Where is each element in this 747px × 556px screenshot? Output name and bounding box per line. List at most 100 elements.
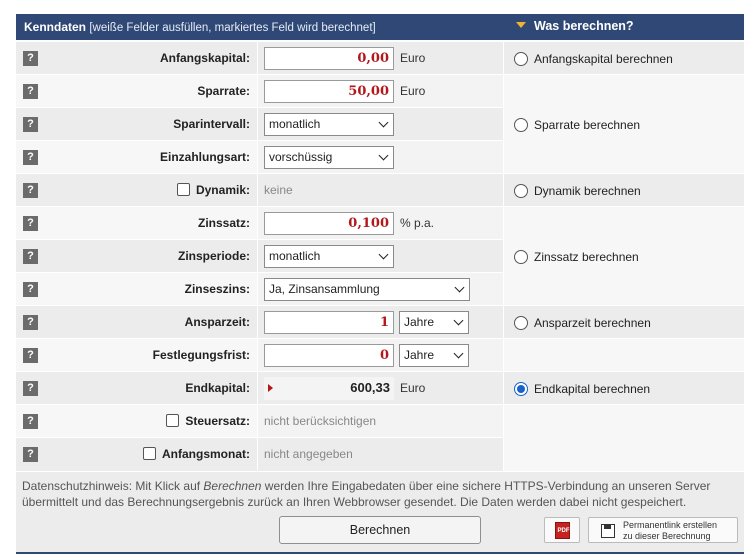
row-dynamik: ? Dynamik: keine Dynamik berechnen bbox=[16, 174, 744, 207]
permalink-line2: zu dieser Berechnung bbox=[623, 531, 711, 541]
label-dynamik: Dynamik: bbox=[42, 174, 256, 206]
anfangsmonat-label-text: Anfangsmonat: bbox=[162, 447, 250, 461]
chevron-down-icon bbox=[378, 117, 389, 128]
header-title: Kenndaten bbox=[24, 20, 87, 34]
einzahlungsart-value: vorschüssig bbox=[269, 150, 333, 164]
label-steuersatz: Steuersatz: bbox=[42, 405, 256, 437]
help-button[interactable]: ? bbox=[23, 282, 38, 297]
zinseszins-value: Ja, Zinsansammlung bbox=[269, 282, 380, 296]
sparintervall-value: monatlich bbox=[269, 117, 321, 131]
pdf-icon-label: PDF bbox=[557, 528, 570, 534]
row-separator bbox=[16, 173, 744, 174]
chevron-down-icon bbox=[453, 315, 464, 326]
row-festlegungsfrist: ? Festlegungsfrist: 0 Jahre bbox=[16, 339, 744, 372]
dynamik-label-text: Dynamik: bbox=[195, 183, 250, 197]
festlegungsfrist-unit-select[interactable]: Jahre bbox=[399, 344, 469, 367]
header-subtitle: [weiße Felder ausfüllen, markiertes Feld… bbox=[89, 22, 376, 34]
steuersatz-label-text: Steuersatz: bbox=[185, 414, 250, 428]
option-sparrate[interactable]: Sparrate berechnen bbox=[514, 118, 640, 132]
sparintervall-select[interactable]: monatlich bbox=[264, 113, 394, 136]
festlegungsfrist-unit-value: Jahre bbox=[404, 348, 435, 362]
row-separator bbox=[16, 437, 504, 438]
chevron-down-icon bbox=[378, 249, 389, 260]
chevron-down-icon bbox=[378, 150, 389, 161]
anfangsmonat-value: nicht angegeben bbox=[264, 447, 353, 461]
what-to-calculate-title: Was berechnen? bbox=[516, 19, 634, 33]
row-separator bbox=[16, 371, 744, 372]
sparrate-input[interactable]: 50,00 bbox=[264, 80, 394, 103]
radio-ansparzeit[interactable] bbox=[514, 316, 528, 330]
permalink-button[interactable]: Permanentlink erstellen zu dieser Berech… bbox=[588, 517, 738, 543]
privacy-note-emphasis: Berechnen bbox=[203, 479, 262, 493]
help-button[interactable]: ? bbox=[23, 183, 38, 198]
festlegungsfrist-input[interactable]: 0 bbox=[264, 344, 394, 367]
zinssatz-input[interactable]: 0,100 bbox=[264, 212, 394, 235]
zinsperiode-select[interactable]: monatlich bbox=[264, 245, 394, 268]
help-button[interactable]: ? bbox=[23, 51, 38, 66]
help-button[interactable]: ? bbox=[23, 84, 38, 99]
steuersatz-checkbox[interactable] bbox=[166, 414, 180, 427]
anfangskapital-unit: Euro bbox=[400, 51, 426, 65]
what-to-calculate-label: Was berechnen? bbox=[534, 19, 634, 33]
option-anfangskapital[interactable]: Anfangskapital berechnen bbox=[514, 52, 673, 66]
radio-anfangskapital[interactable] bbox=[514, 52, 528, 66]
row-separator bbox=[16, 305, 744, 306]
radio-sparrate[interactable] bbox=[514, 118, 528, 132]
row-anfangskapital: ? Anfangskapital: 0,00 Euro Anfangskapit… bbox=[16, 42, 744, 75]
zinseszins-select[interactable]: Ja, Zinsansammlung bbox=[264, 278, 470, 301]
triangle-down-icon bbox=[516, 22, 526, 28]
option-ansparzeit[interactable]: Ansparzeit berechnen bbox=[514, 316, 651, 330]
einzahlungsart-select[interactable]: vorschüssig bbox=[264, 146, 394, 169]
chevron-down-icon bbox=[454, 282, 465, 293]
calculator-header: Kenndaten [weiße Felder ausfüllen, marki… bbox=[16, 14, 744, 40]
zinssatz-unit: % p.a. bbox=[400, 216, 435, 230]
privacy-note-prefix: Datenschutzhinweis: Mit Klick auf bbox=[22, 479, 204, 493]
row-separator bbox=[16, 74, 744, 75]
help-button[interactable]: ? bbox=[23, 216, 38, 231]
option-dynamik[interactable]: Dynamik berechnen bbox=[514, 184, 641, 198]
row-separator bbox=[16, 107, 504, 108]
zinsperiode-value: monatlich bbox=[269, 249, 321, 263]
option-zinssatz-label: Zinssatz berechnen bbox=[534, 250, 639, 264]
privacy-note: Datenschutzhinweis: Mit Klick auf Berech… bbox=[22, 478, 738, 510]
label-sparrate: Sparrate: bbox=[197, 84, 250, 98]
dynamik-checkbox[interactable] bbox=[176, 183, 190, 196]
help-button[interactable]: ? bbox=[23, 315, 38, 330]
ansparzeit-unit-value: Jahre bbox=[404, 315, 435, 329]
help-button[interactable]: ? bbox=[23, 414, 38, 429]
row-separator bbox=[16, 206, 744, 207]
help-button[interactable]: ? bbox=[23, 381, 38, 396]
anfangsmonat-checkbox[interactable] bbox=[143, 447, 156, 460]
pdf-button[interactable]: PDF bbox=[544, 517, 580, 543]
ansparzeit-input[interactable]: 1 bbox=[264, 311, 394, 334]
row-separator bbox=[16, 404, 744, 405]
endkapital-unit: Euro bbox=[400, 381, 426, 395]
help-button[interactable]: ? bbox=[23, 117, 38, 132]
calculate-button[interactable]: Berechnen bbox=[279, 516, 481, 544]
radio-dynamik[interactable] bbox=[514, 184, 528, 198]
row-separator bbox=[16, 140, 504, 141]
ansparzeit-unit-select[interactable]: Jahre bbox=[399, 311, 469, 334]
help-button[interactable]: ? bbox=[23, 150, 38, 165]
option-cell-empty bbox=[504, 405, 744, 471]
anfangskapital-input[interactable]: 0,00 bbox=[264, 47, 394, 70]
footer-panel: Datenschutzhinweis: Mit Klick auf Berech… bbox=[16, 472, 744, 552]
label-zinssatz: Zinssatz: bbox=[197, 216, 250, 230]
option-endkapital[interactable]: Endkapital berechnen bbox=[514, 382, 650, 396]
row-ansparzeit: ? Ansparzeit: 1 Jahre Ansparzeit berechn… bbox=[16, 306, 744, 339]
row-separator bbox=[16, 338, 744, 339]
label-endkapital: Endkapital: bbox=[185, 381, 250, 395]
help-button[interactable]: ? bbox=[23, 348, 38, 363]
help-button[interactable]: ? bbox=[23, 447, 38, 462]
endkapital-value: 600,33 bbox=[350, 380, 390, 395]
radio-endkapital[interactable] bbox=[514, 382, 528, 396]
radio-zinssatz[interactable] bbox=[514, 250, 528, 264]
floppy-disk-icon bbox=[601, 524, 615, 538]
row-endkapital: ? Endkapital: 600,33 Euro Endkapital ber… bbox=[16, 372, 744, 405]
label-zinsperiode: Zinsperiode: bbox=[177, 249, 250, 263]
label-ansparzeit: Ansparzeit: bbox=[184, 315, 250, 329]
help-button[interactable]: ? bbox=[23, 249, 38, 264]
option-zinssatz[interactable]: Zinssatz berechnen bbox=[514, 250, 639, 264]
dynamik-value: keine bbox=[264, 183, 293, 197]
row-separator bbox=[16, 239, 504, 240]
